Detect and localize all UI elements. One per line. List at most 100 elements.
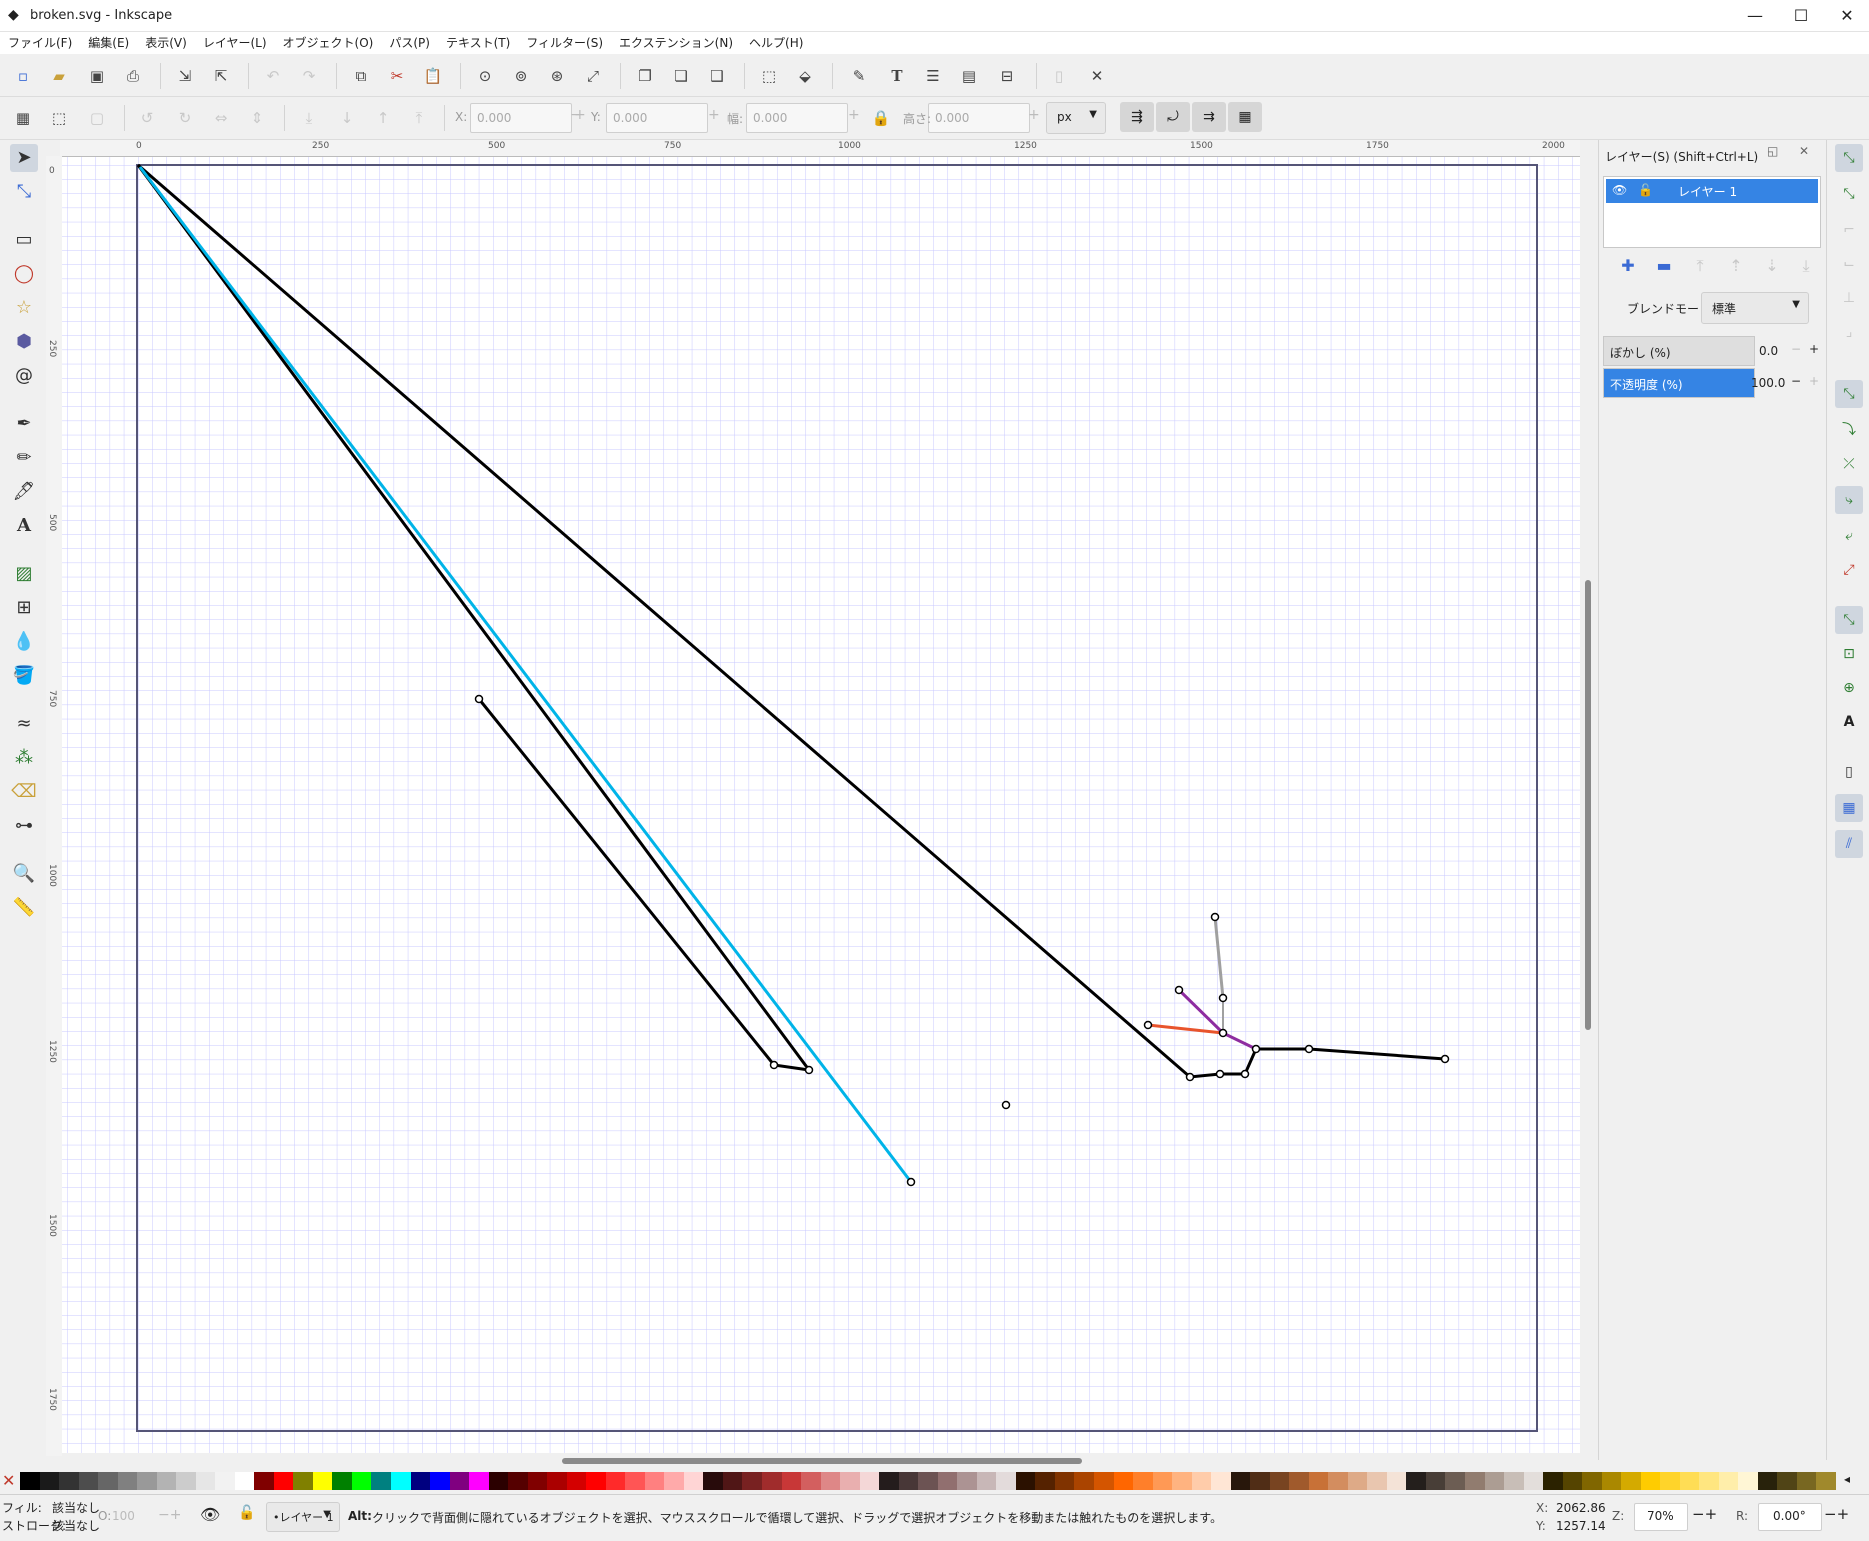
- node[interactable]: [1185, 1072, 1195, 1082]
- menu-extensions[interactable]: エクステンション(N): [611, 32, 741, 54]
- opacity-status-value[interactable]: 100: [112, 1509, 135, 1523]
- panel-detach-icon[interactable]: ◱: [1767, 144, 1778, 158]
- vertical-scroll-thumb[interactable]: [1585, 580, 1591, 1030]
- lock-icon[interactable]: 🔓: [1638, 183, 1653, 197]
- color-swatch[interactable]: [1562, 1472, 1583, 1490]
- rotate-stepper[interactable]: −+: [1824, 1505, 1849, 1523]
- select-all-layers-icon[interactable]: ⬚: [46, 105, 72, 131]
- calligraphy-tool-icon[interactable]: 🖋: [10, 478, 38, 506]
- color-swatch[interactable]: [1796, 1472, 1817, 1490]
- snap-bbox-center-icon[interactable]: ⌟: [1835, 318, 1863, 346]
- spray-tool-icon[interactable]: ⁂: [10, 744, 38, 772]
- color-swatch[interactable]: [605, 1472, 626, 1490]
- new-document-icon[interactable]: ▫: [10, 63, 36, 89]
- select-all-icon[interactable]: ▦: [10, 105, 36, 131]
- color-swatch[interactable]: [234, 1472, 255, 1490]
- color-swatch[interactable]: [937, 1472, 958, 1490]
- node[interactable]: [1251, 1044, 1261, 1054]
- snap-enable-icon[interactable]: ⤡: [1835, 144, 1863, 172]
- snap-rotation-icon[interactable]: ⊕: [1835, 674, 1863, 702]
- scale-stroke-icon[interactable]: ⇶: [1120, 102, 1154, 132]
- rectangle-tool-icon[interactable]: ▭: [10, 226, 38, 254]
- color-swatch[interactable]: [1777, 1472, 1798, 1490]
- tweak-tool-icon[interactable]: ≈: [10, 710, 38, 738]
- layer-top-icon[interactable]: ⤒: [1689, 255, 1711, 277]
- zoom-value[interactable]: 70%: [1647, 1509, 1674, 1523]
- unit-select[interactable]: px ▼: [1046, 102, 1106, 134]
- node[interactable]: [1210, 912, 1220, 922]
- snap-bbox-midpoint-icon[interactable]: ⊥: [1835, 284, 1863, 312]
- color-swatch[interactable]: [1640, 1472, 1661, 1490]
- eraser-tool-icon[interactable]: ⌫: [10, 778, 38, 806]
- document-properties-icon[interactable]: ▯: [1046, 63, 1072, 89]
- horizontal-scroll-thumb[interactable]: [562, 1458, 1082, 1464]
- color-swatch[interactable]: [527, 1472, 548, 1490]
- menu-file[interactable]: ファイル(F): [0, 32, 80, 54]
- color-swatch[interactable]: [898, 1472, 919, 1490]
- drawing-canvas[interactable]: [62, 157, 1580, 1453]
- raise-icon[interactable]: ↑: [370, 105, 396, 131]
- color-swatch[interactable]: [293, 1472, 314, 1490]
- color-swatch[interactable]: [1367, 1472, 1388, 1490]
- color-swatch[interactable]: [449, 1472, 470, 1490]
- color-swatch[interactable]: [1660, 1472, 1681, 1490]
- rotate-cw-icon[interactable]: ↻: [172, 105, 198, 131]
- node-tool-icon[interactable]: ⤡: [10, 178, 38, 206]
- color-swatch[interactable]: [488, 1472, 509, 1490]
- snap-intersection-icon[interactable]: ⤫: [1835, 450, 1863, 478]
- color-swatch[interactable]: [586, 1472, 607, 1490]
- color-swatch[interactable]: [1738, 1472, 1759, 1490]
- menu-edit[interactable]: 編集(E): [80, 32, 137, 54]
- layer-visibility-icon[interactable]: 👁: [200, 1505, 220, 1524]
- snap-grid-icon[interactable]: ▦: [1835, 794, 1863, 822]
- close-button[interactable]: ✕: [1824, 0, 1869, 31]
- horizontal-scrollbar[interactable]: [62, 1453, 1582, 1469]
- color-swatch[interactable]: [1152, 1472, 1173, 1490]
- color-swatch[interactable]: [1504, 1472, 1525, 1490]
- node[interactable]: [1218, 1028, 1228, 1038]
- color-swatch[interactable]: [254, 1472, 275, 1490]
- flip-vertical-icon[interactable]: ⇕: [244, 105, 270, 131]
- color-swatch[interactable]: [156, 1472, 177, 1490]
- node[interactable]: [1174, 985, 1184, 995]
- blur-plus-icon[interactable]: +: [1809, 342, 1819, 356]
- color-swatch[interactable]: [1445, 1472, 1466, 1490]
- lower-bottom-icon[interactable]: ⤓: [296, 105, 322, 131]
- snap-bbox-edge-icon[interactable]: ⌐: [1835, 216, 1863, 244]
- color-swatch[interactable]: [430, 1472, 451, 1490]
- cut-icon[interactable]: ✂: [384, 63, 410, 89]
- rotate-field[interactable]: 0.00°: [1758, 1503, 1822, 1531]
- node[interactable]: [1440, 1054, 1450, 1064]
- preferences-icon[interactable]: ✕: [1084, 63, 1110, 89]
- color-swatch[interactable]: [508, 1472, 529, 1490]
- color-swatch[interactable]: [801, 1472, 822, 1490]
- palette-menu-icon[interactable]: ◂: [1844, 1472, 1850, 1486]
- color-swatch[interactable]: [1425, 1472, 1446, 1490]
- snap-center-icon[interactable]: ⊡: [1835, 640, 1863, 668]
- zoom-page-icon[interactable]: ⊛: [544, 63, 570, 89]
- color-swatch[interactable]: [1211, 1472, 1232, 1490]
- group-icon[interactable]: ⬚: [756, 63, 782, 89]
- opacity-minus-icon[interactable]: −: [1791, 374, 1801, 388]
- current-layer-select[interactable]: •レイヤー 1 ▼: [266, 1502, 340, 1532]
- layer-row[interactable]: 👁 🔓 レイヤー 1: [1606, 179, 1818, 203]
- color-swatch[interactable]: [1386, 1472, 1407, 1490]
- canvas-svg[interactable]: [62, 157, 1580, 1453]
- color-swatch[interactable]: [762, 1472, 783, 1490]
- color-swatch[interactable]: [20, 1472, 40, 1490]
- redo-icon[interactable]: ↷: [296, 63, 322, 89]
- color-swatch[interactable]: [137, 1472, 158, 1490]
- snap-nodes-icon[interactable]: ⤡: [1835, 380, 1863, 408]
- rotate-ccw-icon[interactable]: ↺: [134, 105, 160, 131]
- xml-editor-icon[interactable]: ▤: [956, 63, 982, 89]
- color-swatch[interactable]: [1328, 1472, 1349, 1490]
- text-tool-icon[interactable]: A: [10, 512, 38, 540]
- color-swatch[interactable]: [1191, 1472, 1212, 1490]
- align-distribute-icon[interactable]: ⊟: [994, 63, 1020, 89]
- x-stepper-plus[interactable]: +: [572, 103, 586, 131]
- snap-cusp-icon[interactable]: ⤷: [1835, 486, 1863, 514]
- color-swatch[interactable]: [1543, 1472, 1564, 1490]
- node[interactable]: [474, 694, 484, 704]
- panel-close-icon[interactable]: ✕: [1799, 144, 1809, 158]
- export-icon[interactable]: ⇱: [208, 63, 234, 89]
